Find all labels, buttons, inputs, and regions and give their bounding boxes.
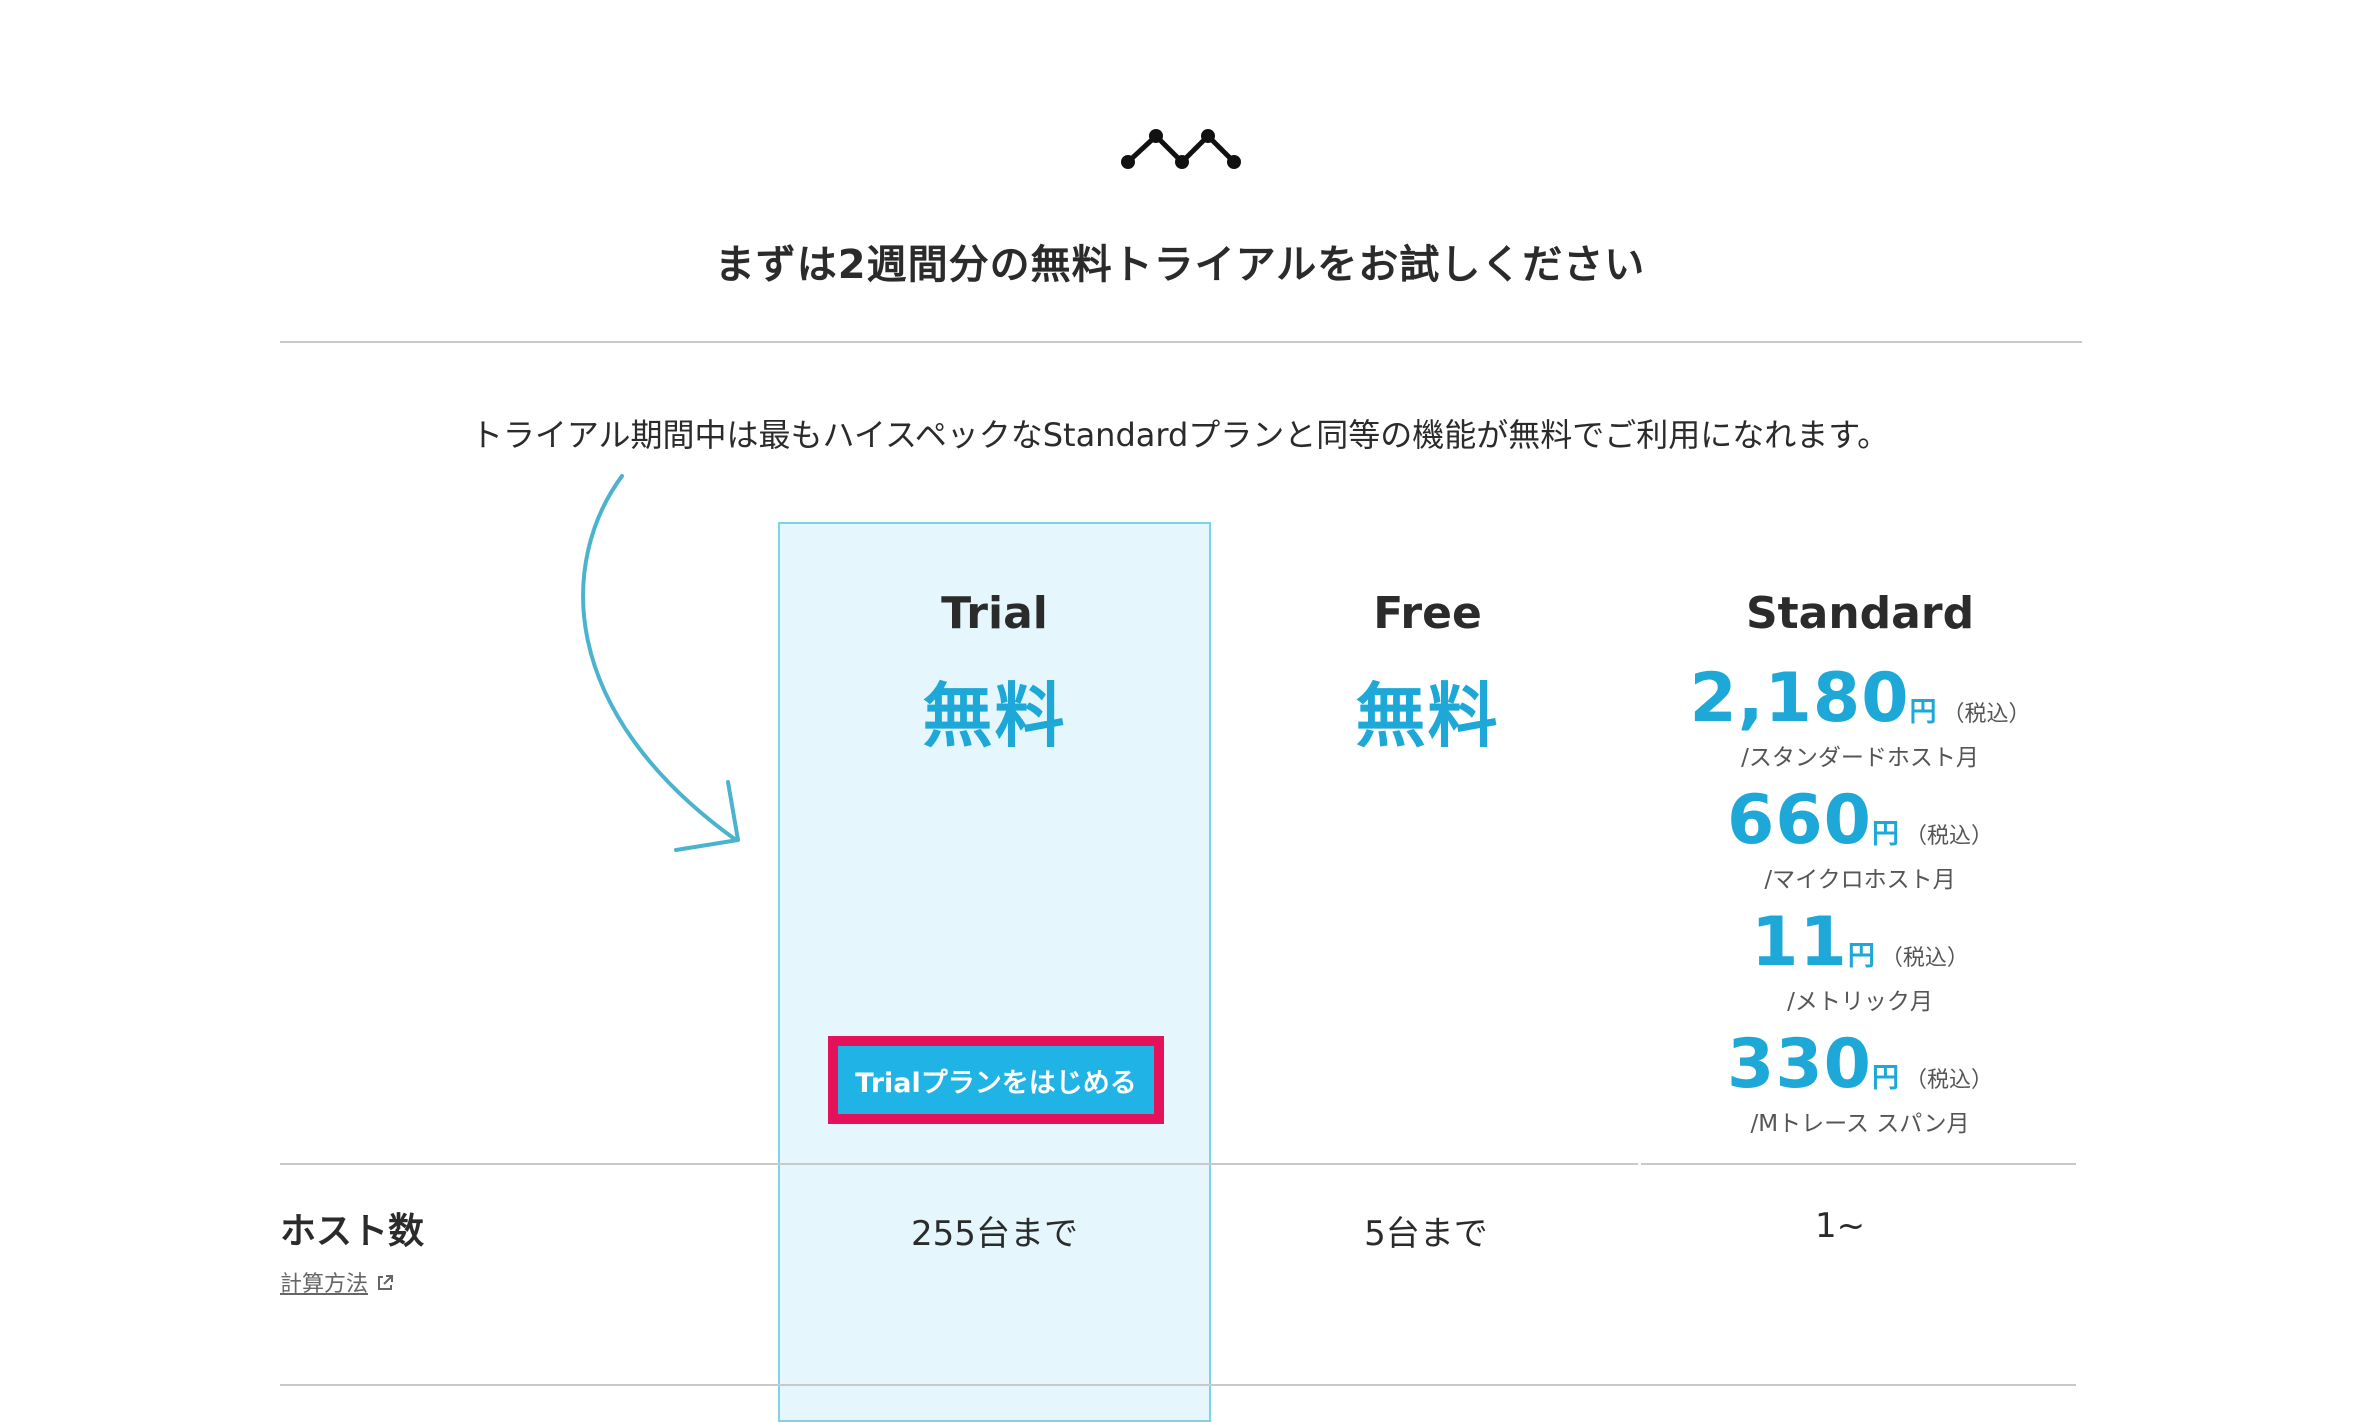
cell-trial-hosts: 255台まで: [911, 1214, 1078, 1254]
table-divider: [280, 1384, 2076, 1386]
price-unit: /マイクロホスト月: [1764, 867, 1956, 893]
curved-arrow-icon: [581, 474, 740, 852]
price-amount: 330: [1727, 1025, 1872, 1104]
trial-plan-column: [778, 522, 1211, 1422]
price-yen: 円: [1847, 941, 1875, 972]
price-yen: 円: [1871, 819, 1899, 850]
table-divider: [280, 1163, 2076, 1165]
price-tax: （税込）: [1904, 824, 1993, 849]
intro-text: トライアル期間中は最もハイスペックなStandardプランと同等の機能が無料でご…: [470, 416, 1890, 454]
cell-standard-hosts: 1~: [1814, 1206, 1866, 1246]
plan-price-trial: 無料: [922, 675, 1067, 757]
divider: [280, 341, 2082, 343]
price-item: 330円 （税込） /Mトレース スパン月: [1640, 1026, 2080, 1148]
cta-highlight-frame: Trialプランをはじめる: [828, 1036, 1164, 1124]
plan-name-free: Free: [1373, 588, 1482, 639]
price-amount: 11: [1751, 903, 1848, 982]
price-unit: /Mトレース スパン月: [1750, 1111, 1970, 1137]
external-link-icon: [378, 1275, 394, 1290]
calc-method-link-wrap[interactable]: 計算方法: [280, 1266, 395, 1298]
mackerel-logo-icon: [1121, 129, 1241, 169]
price-item: 11円 （税込） /メトリック月: [1640, 904, 2080, 1026]
plan-name-standard: Standard: [1745, 588, 1975, 639]
price-yen: 円: [1909, 697, 1937, 728]
standard-price-list: 2,180円 （税込） /スタンダードホスト月 660円 （税込） /マイクロホスト…: [1640, 660, 2080, 1148]
price-unit: /スタンダードホスト月: [1741, 745, 1979, 771]
plan-name-trial: Trial: [941, 588, 1048, 639]
plan-price-free: 無料: [1355, 675, 1500, 757]
price-item: 2,180円 （税込） /スタンダードホスト月: [1640, 660, 2080, 782]
calc-method-link[interactable]: 計算方法: [280, 1272, 368, 1297]
cell-free-hosts: 5台まで: [1364, 1214, 1488, 1254]
start-trial-button[interactable]: Trialプランをはじめる: [838, 1046, 1154, 1114]
row-label-hosts: ホスト数: [280, 1211, 425, 1252]
price-amount: 660: [1727, 781, 1872, 860]
price-tax: （税込）: [1880, 946, 1969, 971]
price-amount: 2,180: [1689, 659, 1910, 738]
price-unit: /メトリック月: [1787, 989, 1933, 1015]
price-tax: （税込）: [1942, 702, 2031, 727]
price-yen: 円: [1871, 1063, 1899, 1094]
price-tax: （税込）: [1904, 1068, 1993, 1093]
page-title: まずは2週間分の無料トライアルをお試しください: [714, 242, 1646, 288]
price-item: 660円 （税込） /マイクロホスト月: [1640, 782, 2080, 904]
column-gap: [1638, 1150, 1641, 1170]
